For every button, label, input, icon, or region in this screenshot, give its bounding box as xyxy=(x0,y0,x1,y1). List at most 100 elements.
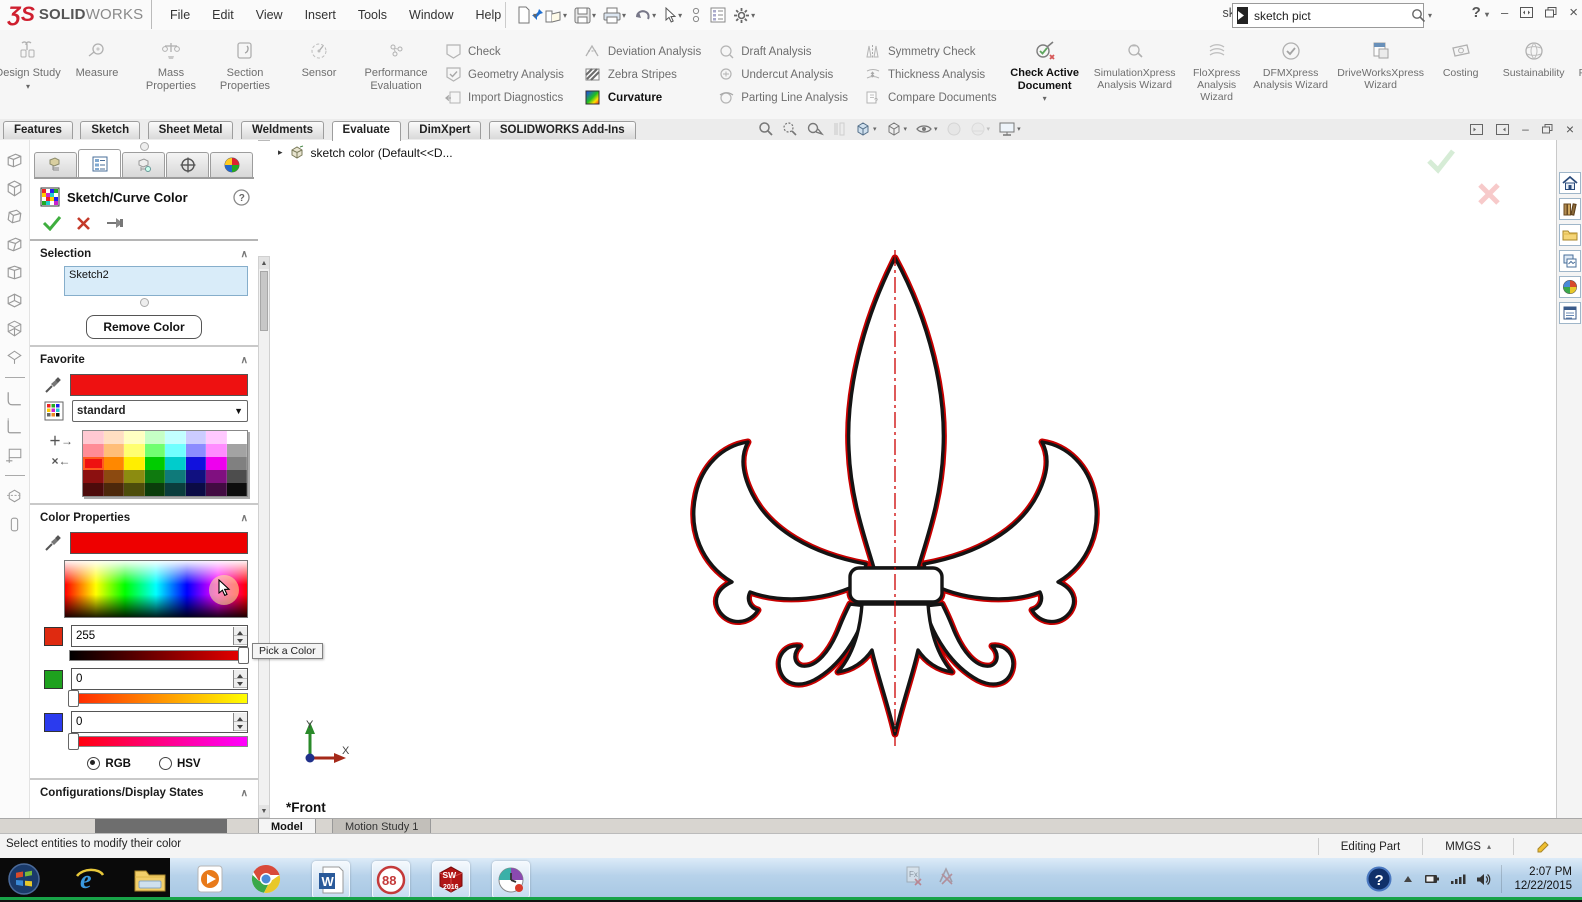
new-document-button[interactable]: ▾ xyxy=(514,4,539,26)
selection-resize-grip[interactable] xyxy=(139,298,149,307)
menu-view[interactable]: View xyxy=(256,8,283,22)
red-slider[interactable] xyxy=(69,647,249,664)
menu-insert[interactable]: Insert xyxy=(305,8,336,22)
task-list-button[interactable] xyxy=(708,5,728,25)
menu-edit[interactable]: Edit xyxy=(212,8,234,22)
palette-swatch[interactable] xyxy=(206,431,227,444)
palette-swatch[interactable] xyxy=(206,483,227,496)
palette-swatch[interactable] xyxy=(103,444,124,457)
chevron-down-icon[interactable]: ▾ xyxy=(987,125,991,133)
deviation-analysis-button[interactable]: Deviation Analysis xyxy=(584,43,701,61)
zebra-stripes-button[interactable]: Zebra Stripes xyxy=(584,66,701,84)
chevron-down-icon[interactable]: ▾ xyxy=(1043,94,1047,103)
symmetry-check-button[interactable]: Symmetry Check xyxy=(864,43,997,61)
parting-line-analysis-button[interactable]: Parting Line Analysis xyxy=(717,89,848,107)
chevron-up-icon[interactable]: ▴ xyxy=(1487,842,1491,851)
palette-swatch[interactable] xyxy=(124,483,145,496)
hide-show-items-button[interactable]: ▾ xyxy=(915,121,938,137)
tab-configuration-manager[interactable] xyxy=(122,152,165,177)
palette-swatch[interactable] xyxy=(206,444,227,457)
apply-scene-button[interactable]: ▾ xyxy=(970,121,991,137)
tab-property-manager[interactable] xyxy=(78,149,121,177)
compare-documents-button[interactable]: ? Compare Documents xyxy=(864,89,997,107)
favorite-group-header[interactable]: Favorite ∧ xyxy=(30,347,258,370)
palette-swatch[interactable] xyxy=(144,457,165,470)
blue-value-input[interactable] xyxy=(72,715,233,729)
snagit-taskbar-button[interactable]: 88 xyxy=(372,861,410,899)
solidworks-taskbar-button[interactable]: SW 2016 xyxy=(432,861,470,899)
open-document-button[interactable]: ▾ xyxy=(542,4,569,26)
minimize-button[interactable]: – xyxy=(1501,5,1508,20)
select-tool-button[interactable]: ▾ xyxy=(661,5,684,25)
rgb-radio[interactable]: RGB xyxy=(87,757,131,770)
green-value-input[interactable] xyxy=(72,672,233,686)
expand-arrow-icon[interactable]: ▸ xyxy=(278,147,283,158)
keep-visible-pin-button[interactable] xyxy=(105,216,125,230)
chevron-down-icon[interactable]: ▼ xyxy=(234,406,243,416)
word-taskbar-button[interactable]: W xyxy=(312,861,350,899)
chevron-down-icon[interactable]: ▾ xyxy=(904,125,908,133)
palette-swatch[interactable] xyxy=(83,431,104,444)
previous-view-button[interactable] xyxy=(806,121,824,137)
palette-swatch[interactable] xyxy=(185,470,206,483)
file-explorer-taskbar-icon[interactable] xyxy=(132,861,168,897)
eyedropper-icon[interactable] xyxy=(44,534,62,552)
palette-swatch[interactable] xyxy=(83,444,104,457)
screen-recorder-taskbar-button[interactable] xyxy=(492,861,530,899)
remove-color-button[interactable]: Remove Color xyxy=(86,315,202,339)
driveworksxpress-wizard-button[interactable]: DriveWorksXpress Wizard xyxy=(1329,30,1433,119)
design-library-icon[interactable] xyxy=(1558,198,1581,220)
tab-sheet-metal[interactable]: Sheet Metal xyxy=(147,121,234,139)
section-view-button[interactable] xyxy=(832,121,846,137)
blue-slider-handle[interactable] xyxy=(68,733,79,750)
start-button[interactable] xyxy=(6,861,42,897)
undo-button[interactable]: ▾ xyxy=(631,5,658,25)
sensor-button[interactable]: Sensor xyxy=(282,30,356,119)
favorite-color-swatch[interactable] xyxy=(70,374,248,396)
chevron-down-icon[interactable]: ▾ xyxy=(873,125,877,133)
green-slider-handle[interactable] xyxy=(68,690,79,707)
zoom-to-fit-button[interactable] xyxy=(758,121,774,137)
palette-swatch[interactable] xyxy=(206,470,227,483)
delete-favorite-icon[interactable]: ×← xyxy=(40,455,82,467)
palette-grid-button[interactable] xyxy=(44,401,64,421)
palette-swatch[interactable] xyxy=(124,431,145,444)
view-top-icon[interactable] xyxy=(4,262,25,283)
menu-file[interactable]: File xyxy=(170,8,190,22)
palette-swatch[interactable] xyxy=(226,483,247,496)
color-properties-group-header[interactable]: Color Properties ∧ xyxy=(30,505,258,528)
help-button[interactable]: ? ▾ xyxy=(1472,4,1489,21)
palette-swatch[interactable] xyxy=(144,444,165,457)
palette-swatch[interactable] xyxy=(185,483,206,496)
part-reviewer-button[interactable]: Part Reviewer xyxy=(1579,30,1582,119)
chrome-icon[interactable] xyxy=(248,861,284,897)
feature-tree-root[interactable]: ▸ sketch color (Default<<D... xyxy=(278,145,453,160)
palette-swatch[interactable] xyxy=(226,457,247,470)
red-spinner[interactable] xyxy=(233,627,247,645)
design-study-button[interactable]: Design Study ▾ xyxy=(0,30,61,119)
palette-swatch[interactable] xyxy=(144,431,165,444)
collapse-chevron-icon[interactable]: ∧ xyxy=(241,788,248,799)
file-explorer-icon[interactable] xyxy=(1558,224,1581,246)
palette-swatch[interactable] xyxy=(124,457,145,470)
tab-feature-manager[interactable] xyxy=(34,152,77,177)
graphics-viewport[interactable]: ▸ sketch color (Default<<D... Y X *Front xyxy=(270,140,1556,818)
palette-swatch[interactable] xyxy=(124,470,145,483)
appearances-scenes-icon[interactable] xyxy=(1558,276,1581,298)
geometry-analysis-button[interactable]: Geometry Analysis xyxy=(444,66,564,84)
palette-swatch[interactable] xyxy=(226,470,247,483)
tab-dimxpert-manager[interactable] xyxy=(166,152,209,177)
panel-grip[interactable] xyxy=(139,142,149,151)
collapse-chevron-icon[interactable]: ∧ xyxy=(241,513,248,524)
search-box[interactable]: ▾ xyxy=(1232,3,1432,28)
red-slider-handle[interactable] xyxy=(238,647,249,664)
chevron-down-icon[interactable]: ▾ xyxy=(1017,125,1021,133)
tree-item-label[interactable]: sketch color (Default<<D... xyxy=(311,146,453,160)
chevron-down-icon[interactable]: ▾ xyxy=(622,11,626,20)
blue-slider[interactable] xyxy=(68,733,248,750)
menu-tools[interactable]: Tools xyxy=(358,8,387,22)
scroll-down-arrow[interactable]: ▼ xyxy=(259,805,269,817)
costing-button[interactable]: Costing xyxy=(1433,30,1489,119)
print-button[interactable]: ▾ xyxy=(601,5,628,26)
view-isometric-icon[interactable] xyxy=(4,318,25,339)
